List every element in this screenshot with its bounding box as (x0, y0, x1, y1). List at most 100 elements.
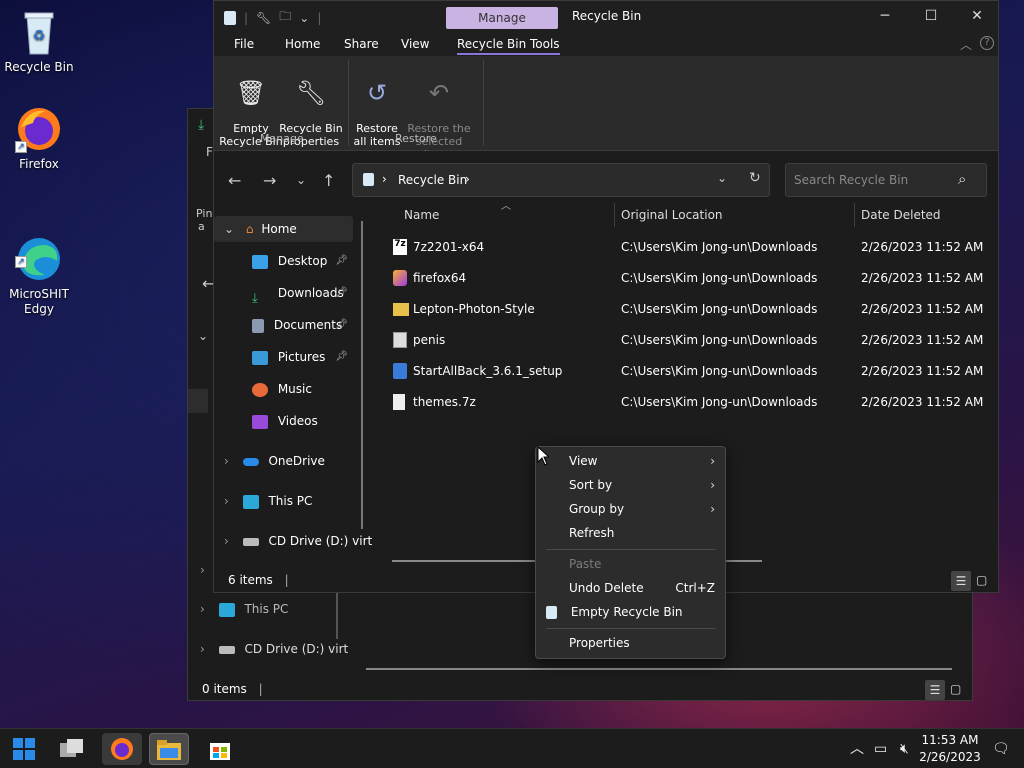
tiles-view-button[interactable]: ▢ (950, 682, 961, 696)
file-location: C:\Users\Kim Jong-un\Downloads (621, 395, 818, 409)
maximize-button[interactable]: ☐ (908, 1, 954, 32)
up-button[interactable]: ↑ (322, 171, 335, 190)
video-icon (252, 414, 268, 429)
column-header-date-deleted[interactable]: Date Deleted (861, 208, 941, 222)
tab-file[interactable]: File (234, 37, 254, 51)
new-folder-icon[interactable]: 🗀 (279, 7, 291, 28)
tab-share[interactable]: Share (344, 37, 379, 51)
details-view-button[interactable]: ☰ (925, 680, 945, 700)
sidebar-item-downloads[interactable]: ⤓ Downloads 📌︎ (252, 281, 352, 306)
table-row[interactable]: StartAllBack_3.6.1_setup C:\Users\Kim Jo… (389, 361, 989, 381)
chevron-down-icon[interactable]: ⌄ (299, 11, 309, 25)
recycle-bin-properties-button[interactable]: 🔧︎ Recycle Bin properties (278, 64, 344, 161)
file-location: C:\Users\Kim Jong-un\Downloads (621, 240, 818, 254)
contextual-tab-manage[interactable]: Manage (446, 7, 558, 29)
taskbar-microsoft-store[interactable] (200, 733, 240, 765)
search-box[interactable]: Search Recycle Bin ⌕ (785, 163, 987, 197)
windows-logo-icon (13, 738, 35, 760)
tab-recycle-bin-tools[interactable]: Recycle Bin Tools (457, 37, 560, 55)
show-hidden-icons-button[interactable]: ︿ (850, 729, 864, 768)
notifications-icon[interactable]: 🗨︎ (992, 729, 1010, 768)
sidebar-item-home[interactable]: ⌄ ⌂ Home (224, 217, 374, 241)
taskbar: ︿ ▭ 🔇︎ 11:53 AM 2/26/2023 🗨︎ (0, 728, 1024, 768)
menu-item-group-by[interactable]: Group by › (536, 502, 725, 522)
volume-muted-icon[interactable]: 🔇︎ (900, 729, 909, 768)
sidebar-item-videos[interactable]: Videos (252, 409, 352, 433)
sidebar-item-this-pc[interactable]: › This PC (224, 489, 374, 513)
close-button[interactable]: ✕ (954, 1, 1000, 32)
breadcrumb-recycle-bin[interactable]: Recycle Bin (398, 173, 467, 187)
address-history-button[interactable]: ⌄ (717, 171, 727, 185)
sidebar-item-documents[interactable]: Documents 📌︎ (252, 313, 352, 337)
table-row[interactable]: 7z 7z2201-x64 C:\Users\Kim Jong-un\Downl… (389, 237, 989, 257)
table-row[interactable]: firefox64 C:\Users\Kim Jong-un\Downloads… (389, 268, 989, 288)
download-icon: ⤓ (198, 117, 205, 133)
sidebar-item-pictures[interactable]: Pictures 📌︎ (252, 345, 352, 369)
back-button[interactable]: ← (228, 171, 241, 190)
minimize-button[interactable]: ─ (862, 1, 908, 32)
chevron-up-icon[interactable]: ︿ (960, 36, 972, 53)
search-icon[interactable]: ⌕ (958, 170, 966, 188)
column-header-name[interactable]: Name (404, 208, 439, 222)
menu-item-view[interactable]: View › (536, 454, 725, 474)
forward-button[interactable]: → (263, 171, 276, 190)
title-bar[interactable]: | 🔧︎ 🗀 ⌄ | Manage Recycle Bin ─ ☐ ✕ (214, 1, 998, 32)
taskbar-file-explorer[interactable] (149, 733, 189, 765)
empty-recycle-bin-button[interactable]: 🗑︎ Empty Recycle Bin (218, 64, 284, 161)
menu-item-undo-delete[interactable]: Undo Delete Ctrl+Z (536, 581, 725, 595)
tab-view[interactable]: View (401, 37, 429, 51)
horizontal-scrollbar[interactable] (366, 668, 952, 670)
menu-item-sort-by[interactable]: Sort by › (536, 478, 725, 498)
pin-icon[interactable]: 📌︎ (335, 249, 348, 273)
network-icon[interactable]: ▭ (874, 729, 887, 768)
chevron-right-icon[interactable]: › (200, 563, 205, 577)
desktop-icon-edge[interactable]: ↗ MicroSHIT Edgy (1, 205, 77, 332)
chevron-right-icon: › (710, 454, 715, 468)
folder-icon (393, 303, 409, 316)
pin-icon[interactable]: 📌︎ (335, 313, 348, 337)
sidebar-item-desktop[interactable]: Desktop 📌︎ (252, 249, 352, 273)
sidebar-scrollbar[interactable] (361, 221, 363, 529)
menu-item-properties[interactable]: Properties (569, 636, 630, 650)
details-view-button[interactable]: ☰ (951, 571, 971, 591)
table-row[interactable]: themes.7z C:\Users\Kim Jong-un\Downloads… (389, 392, 989, 412)
start-button[interactable] (4, 733, 44, 765)
table-row[interactable]: penis C:\Users\Kim Jong-un\Downloads 2/2… (389, 330, 989, 350)
address-bar[interactable]: › Recycle Bin › ⌄ ↻ (352, 163, 770, 197)
sidebar-item-label: OneDrive (268, 454, 325, 468)
ribbon-tabs: File Home Share View Recycle Bin Tools ︿… (214, 32, 998, 56)
column-divider (614, 203, 615, 227)
undo-icon: ↶ (428, 79, 450, 107)
taskbar-firefox[interactable] (102, 733, 142, 765)
task-view-button[interactable] (52, 733, 92, 765)
sidebar-item-music[interactable]: Music (252, 377, 352, 401)
help-icon[interactable]: ? (980, 36, 994, 50)
pin-icon[interactable]: 📌︎ (335, 345, 348, 369)
sidebar-item-cd-drive[interactable]: › CD Drive (D:) virt (200, 637, 360, 661)
menu-item-refresh[interactable]: Refresh (569, 526, 614, 540)
pin-icon[interactable]: 📌︎ (335, 281, 348, 305)
file-name: StartAllBack_3.6.1_setup (413, 364, 563, 378)
desktop-icon-recycle-bin[interactable]: ♻ Recycle Bin (1, 8, 77, 75)
menu-item-label: Sort by (569, 478, 613, 492)
chevron-down-icon[interactable]: ⌄ (198, 329, 208, 343)
table-row[interactable]: Lepton-Photon-Style C:\Users\Kim Jong-un… (389, 299, 989, 319)
sidebar-item-onedrive[interactable]: › OneDrive (224, 449, 374, 473)
tab-home[interactable]: Home (285, 37, 320, 51)
search-input[interactable]: Search Recycle Bin (794, 173, 908, 187)
system-clock[interactable]: 11:53 AM 2/26/2023 (918, 732, 982, 766)
breadcrumb-separator: › (465, 172, 470, 186)
sidebar-item-cd-drive[interactable]: › CD Drive (D:) virt (224, 529, 374, 553)
desktop-icon-firefox[interactable]: ↗ Firefox (1, 105, 77, 172)
tiles-view-button[interactable]: ▢ (976, 573, 987, 587)
sidebar-item-this-pc[interactable]: › This PC (200, 597, 350, 621)
menu-item-paste[interactable]: Paste (569, 557, 601, 571)
sidebar-item-label: Videos (277, 414, 318, 428)
column-header-original-location[interactable]: Original Location (621, 208, 723, 222)
recent-locations-button[interactable]: ⌄ (296, 173, 306, 187)
menu-item-empty-recycle-bin[interactable]: Empty Recycle Bin (546, 605, 683, 619)
folder-icon (157, 740, 181, 760)
wrench-icon[interactable]: 🔧︎ (256, 11, 271, 25)
refresh-button[interactable]: ↻ (749, 170, 761, 186)
status-bar: 6 items | (228, 573, 289, 587)
